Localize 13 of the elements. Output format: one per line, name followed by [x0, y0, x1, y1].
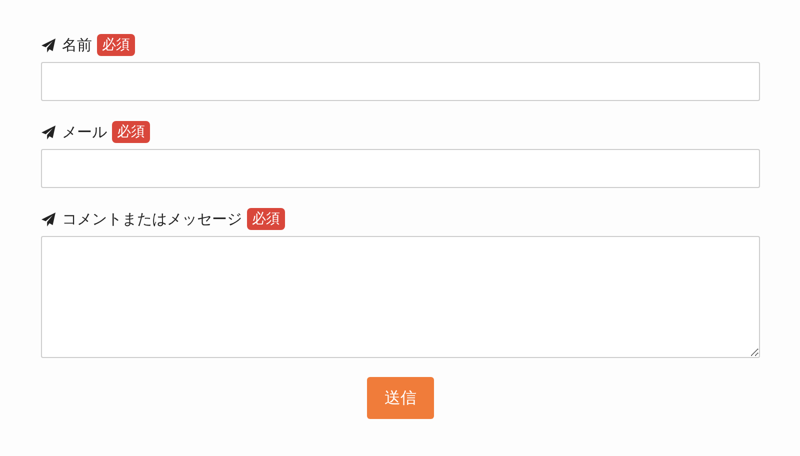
required-badge: 必須: [97, 34, 135, 56]
input-field[interactable]: [41, 62, 760, 101]
paper-plane-icon: [41, 124, 56, 140]
required-badge: 必須: [247, 208, 285, 230]
field-label: 名前: [62, 36, 92, 54]
message-field[interactable]: [41, 236, 760, 358]
required-badge: 必須: [112, 121, 150, 143]
paper-plane-icon: [41, 212, 56, 226]
submit-button[interactable]: 送信: [367, 377, 434, 419]
input-field[interactable]: [41, 149, 760, 188]
paper-plane-icon: [41, 38, 56, 52]
field-label: コメントまたはメッセージ: [62, 210, 242, 228]
field-label: メール: [62, 122, 107, 142]
